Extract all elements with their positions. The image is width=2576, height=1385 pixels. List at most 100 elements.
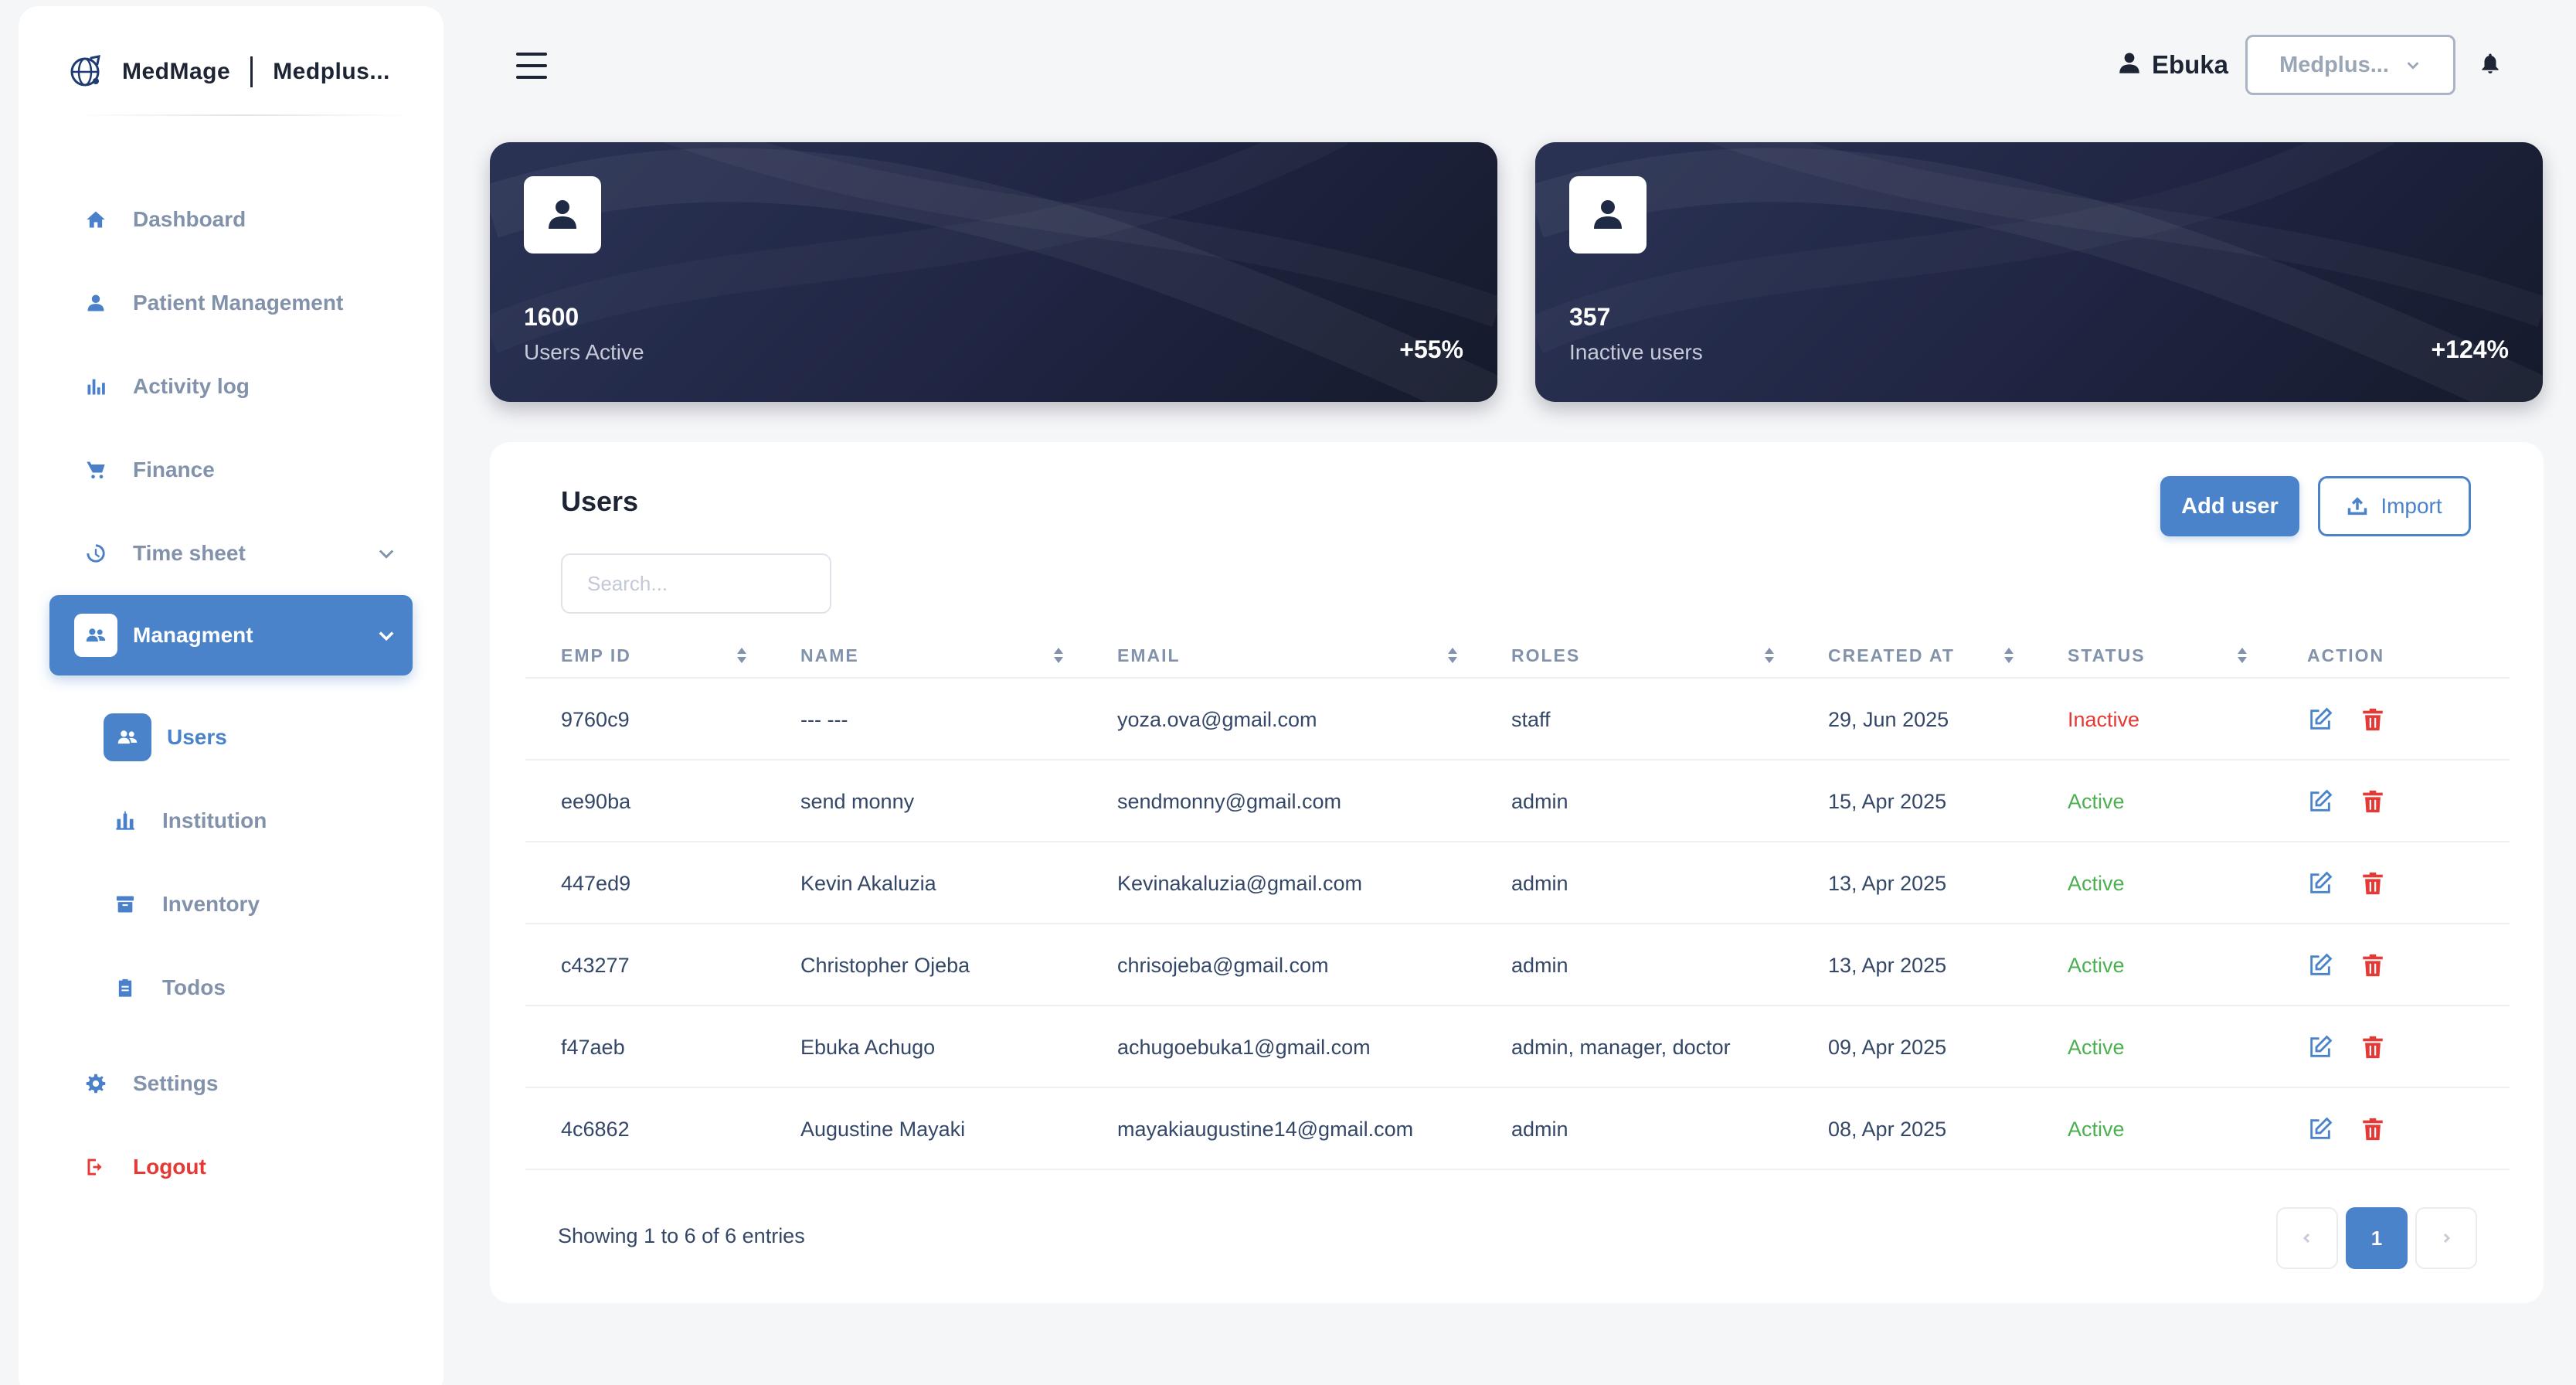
sort-icon[interactable] <box>1763 646 1776 665</box>
sidebar-subitem-users[interactable]: Users <box>85 697 410 778</box>
delete-icon[interactable] <box>2360 788 2386 815</box>
sidebar-item-label: Time sheet <box>133 541 246 565</box>
prev-page-button[interactable] <box>2276 1207 2338 1269</box>
status-badge: Active <box>2068 1035 2125 1059</box>
sort-icon[interactable] <box>2003 646 2015 665</box>
sort-icon[interactable] <box>1052 646 1065 665</box>
column-header-created-at[interactable]: CREATED AT <box>1828 631 1955 680</box>
edit-icon[interactable] <box>2307 1116 2333 1142</box>
home-icon <box>74 198 117 241</box>
column-header-emp-id[interactable]: EMP ID <box>561 631 631 680</box>
panel-title: Users <box>561 485 639 517</box>
status-badge: Inactive <box>2068 707 2140 731</box>
gear-icon <box>74 1062 117 1105</box>
cell-name: Kevin Akaluzia <box>800 871 936 895</box>
column-header-status[interactable]: STATUS <box>2068 631 2146 680</box>
cell-email: mayakiaugustine14@gmail.com <box>1117 1117 1414 1141</box>
chevron-left-icon <box>2302 1233 2310 1244</box>
delete-icon[interactable] <box>2360 1116 2386 1142</box>
stat-card-users-active: 1600 Users Active +55% <box>490 142 1497 402</box>
hamburger-line <box>516 53 547 56</box>
sidebar-item-patient-management[interactable]: Patient Management <box>49 263 413 343</box>
sidebar-item-label: Dashboard <box>133 207 246 231</box>
delete-icon[interactable] <box>2360 870 2386 897</box>
search-input[interactable] <box>561 553 831 614</box>
pagination: 1 <box>2276 1207 2485 1269</box>
bar-chart-icon <box>74 365 117 408</box>
cell-email: yoza.ova@gmail.com <box>1117 707 1317 731</box>
cell-email: achugoebuka1@gmail.com <box>1117 1035 1371 1059</box>
chevron-down-icon <box>379 550 394 559</box>
add-user-button[interactable]: Add user <box>2160 476 2299 536</box>
institution-select[interactable]: Medplus... <box>2245 35 2455 95</box>
edit-icon[interactable] <box>2307 706 2333 733</box>
bell-icon[interactable] <box>2479 52 2505 78</box>
archive-icon <box>104 883 147 926</box>
cell-email: sendmonny@gmail.com <box>1117 789 1342 813</box>
edit-icon[interactable] <box>2307 952 2333 978</box>
sidebar-item-finance[interactable]: Finance <box>49 430 413 510</box>
column-header-roles[interactable]: ROLES <box>1511 631 1580 680</box>
table-row: 447ed9 Kevin Akaluzia Kevinakaluzia@gmai… <box>525 841 2510 923</box>
page-button[interactable]: 1 <box>2346 1207 2408 1269</box>
menu-toggle-icon[interactable] <box>516 53 547 79</box>
brand[interactable]: MedMage Medplus... <box>68 45 390 99</box>
sidebar-subitem-institution[interactable]: Institution <box>85 781 410 861</box>
edit-icon[interactable] <box>2307 788 2333 815</box>
stat-value: 1600 <box>524 303 579 331</box>
edit-icon[interactable] <box>2307 870 2333 897</box>
status-badge: Active <box>2068 1117 2125 1141</box>
brand-name: MedMage <box>122 59 231 84</box>
sort-icon[interactable] <box>1446 646 1459 665</box>
sidebar-item-logout[interactable]: Logout <box>49 1127 413 1207</box>
sidebar-item-label: Inventory <box>162 892 260 916</box>
column-header-email[interactable]: EMAIL <box>1117 631 1181 680</box>
sidebar-item-activity-log[interactable]: Activity log <box>49 346 413 427</box>
stat-label: Users Active <box>524 340 644 364</box>
cell-emp-id: 4c6862 <box>561 1117 630 1141</box>
sidebar-item-settings[interactable]: Settings <box>49 1043 413 1124</box>
cell-name: Ebuka Achugo <box>800 1035 936 1059</box>
cell-roles: admin <box>1511 789 1568 813</box>
table-row: c43277 Christopher Ojeba chrisojeba@gmai… <box>525 923 2510 1005</box>
cell-created-at: 13, Apr 2025 <box>1828 953 1947 977</box>
delete-icon[interactable] <box>2360 706 2386 733</box>
column-header-name[interactable]: NAME <box>800 631 859 680</box>
sort-icon[interactable] <box>2236 646 2248 665</box>
stat-trend: +55% <box>1399 335 1463 363</box>
sidebar-item-managment[interactable]: Managment <box>49 595 413 675</box>
cell-created-at: 09, Apr 2025 <box>1828 1035 1947 1059</box>
cell-name: send monny <box>800 789 915 813</box>
user-name[interactable]: Ebuka <box>2152 50 2228 80</box>
sidebar-subitem-inventory[interactable]: Inventory <box>85 864 410 944</box>
brand-divider-line <box>73 114 413 116</box>
sidebar-item-label: Patient Management <box>133 291 344 315</box>
sidebar-item-label: Logout <box>133 1155 206 1179</box>
institution-select-value: Medplus... <box>2279 52 2389 77</box>
user-icon <box>74 281 117 325</box>
cell-created-at: 08, Apr 2025 <box>1828 1117 1947 1141</box>
import-button-label: Import <box>2381 494 2442 518</box>
delete-icon[interactable] <box>2360 952 2386 978</box>
sort-icon[interactable] <box>736 646 748 665</box>
next-page-button[interactable] <box>2415 1207 2477 1269</box>
sidebar-subitem-todos[interactable]: Todos <box>85 948 410 1028</box>
users-icon <box>104 713 151 761</box>
sidebar-item-dashboard[interactable]: Dashboard <box>49 179 413 260</box>
table-row: 4c6862 Augustine Mayaki mayakiaugustine1… <box>525 1087 2510 1169</box>
hamburger-line <box>516 76 547 79</box>
app-root: MedMage Medplus... Dashboard Patient Man… <box>0 0 2576 1385</box>
cell-created-at: 15, Apr 2025 <box>1828 789 1947 813</box>
delete-icon[interactable] <box>2360 1034 2386 1060</box>
edit-icon[interactable] <box>2307 1034 2333 1060</box>
sidebar-item-time-sheet[interactable]: Time sheet <box>49 513 413 594</box>
sidebar-item-label: Finance <box>133 458 215 482</box>
cell-roles: staff <box>1511 707 1551 731</box>
entries-summary: Showing 1 to 6 of 6 entries <box>558 1224 805 1247</box>
import-button[interactable]: Import <box>2318 476 2471 536</box>
users-group-icon <box>74 614 117 657</box>
sidebar-item-label: Institution <box>162 808 267 832</box>
sidebar-item-label: Settings <box>133 1071 219 1095</box>
user-icon[interactable] <box>2116 50 2143 80</box>
cell-name: Christopher Ojeba <box>800 953 970 977</box>
